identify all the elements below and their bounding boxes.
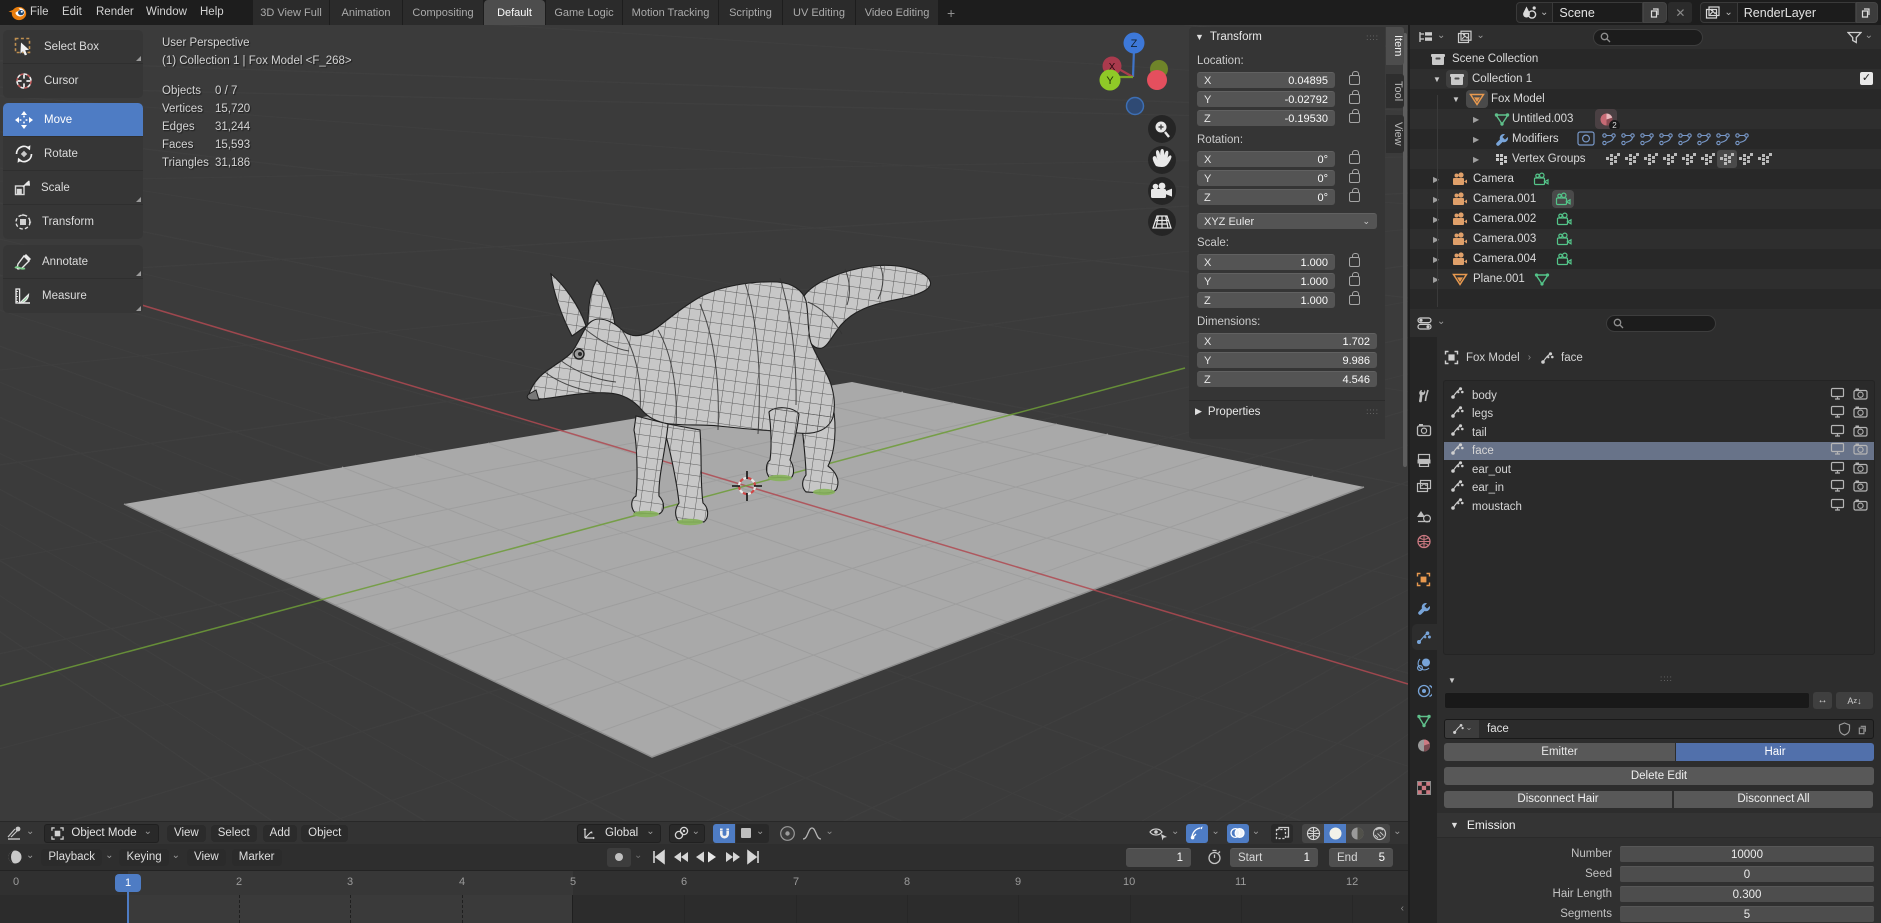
svg-text:Z: Z <box>1131 38 1138 50</box>
svg-text:Y: Y <box>1106 75 1114 87</box>
